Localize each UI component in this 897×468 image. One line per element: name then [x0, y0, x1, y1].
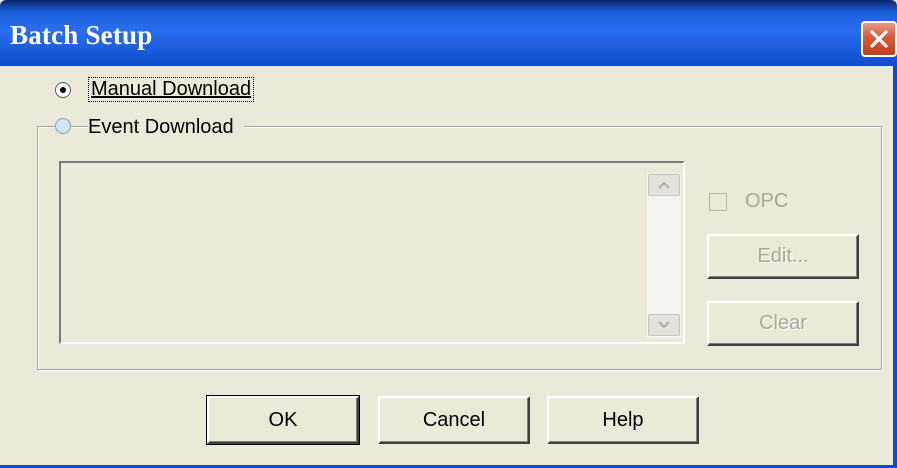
event-list[interactable] [59, 161, 685, 344]
manual-download-label[interactable]: Manual Download [88, 77, 255, 102]
event-list-scrollbar[interactable] [647, 173, 681, 338]
opc-checkbox[interactable] [709, 193, 727, 211]
title-bar[interactable]: Batch Setup [0, 0, 897, 66]
scroll-down-button[interactable] [648, 314, 680, 336]
close-button[interactable] [861, 21, 897, 57]
close-icon [870, 30, 888, 48]
event-download-radio[interactable] [55, 118, 71, 134]
window-title: Batch Setup [10, 20, 153, 50]
chevron-up-icon [658, 181, 670, 189]
scroll-up-button[interactable] [648, 174, 680, 196]
manual-download-radio[interactable] [55, 82, 71, 98]
event-download-label[interactable]: Event Download [88, 116, 244, 139]
ok-button[interactable]: OK [206, 395, 360, 445]
cancel-button[interactable]: Cancel [378, 396, 530, 444]
clear-button[interactable]: Clear [707, 301, 859, 346]
window-border-right [893, 66, 897, 468]
help-button[interactable]: Help [547, 396, 699, 444]
edit-button[interactable]: Edit... [707, 234, 859, 279]
chevron-down-icon [658, 321, 670, 329]
opc-label: OPC [745, 190, 789, 212]
radio-selected-dot [60, 87, 66, 93]
manual-download-text: Manual Download [91, 78, 252, 100]
